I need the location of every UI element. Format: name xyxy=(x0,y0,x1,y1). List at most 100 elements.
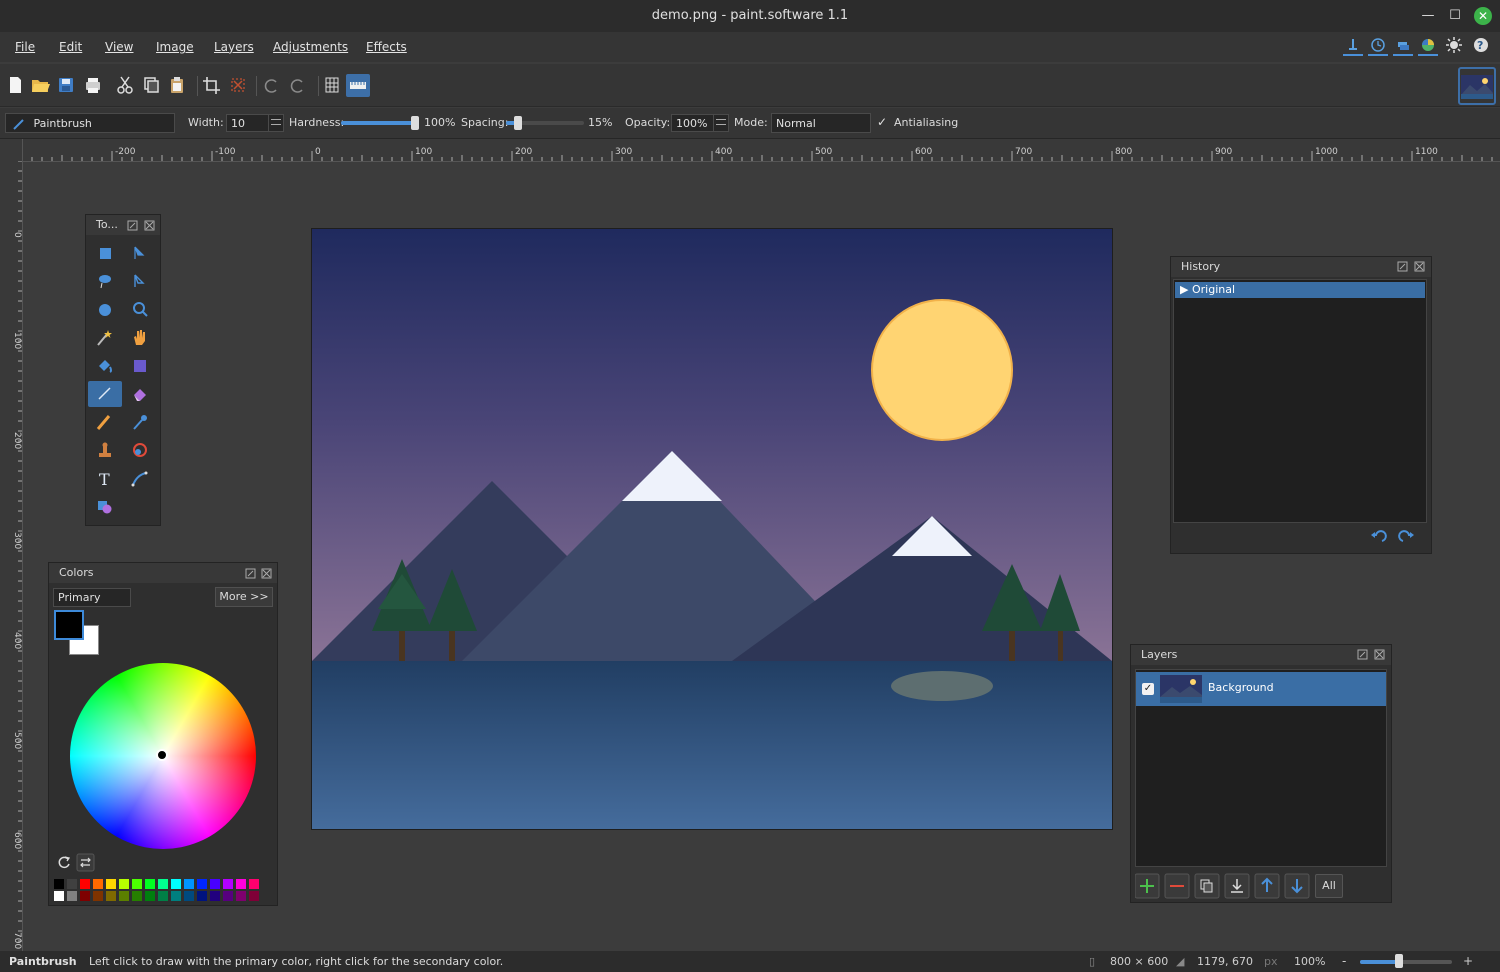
palette-swatch[interactable] xyxy=(132,879,142,889)
zoom-slider-handle[interactable] xyxy=(1394,954,1403,968)
palette-swatch[interactable] xyxy=(119,891,129,901)
tool-move-selected[interactable] xyxy=(123,269,157,295)
tool-eraser[interactable] xyxy=(123,381,157,407)
tool-paintbrush[interactable] xyxy=(88,381,122,407)
tool-gradient[interactable] xyxy=(123,353,157,379)
image-canvas[interactable] xyxy=(311,228,1113,830)
antialiasing-checkbox[interactable]: ✓ xyxy=(877,115,887,129)
palette-swatch[interactable] xyxy=(80,879,90,889)
maximize-icon[interactable]: ☐ xyxy=(1445,6,1465,26)
palette-swatch[interactable] xyxy=(67,891,77,901)
palette-swatch[interactable] xyxy=(158,879,168,889)
all-layers-label: All xyxy=(1322,879,1336,892)
tool-clone-stamp[interactable] xyxy=(88,437,122,463)
minimize-icon[interactable]: — xyxy=(1418,6,1438,26)
tool-pan[interactable] xyxy=(123,325,157,351)
palette-swatch[interactable] xyxy=(93,879,103,889)
palette-swatch[interactable] xyxy=(106,891,116,901)
palette-swatch[interactable] xyxy=(197,879,207,889)
all-layers-button[interactable]: All xyxy=(1315,874,1343,898)
palette-swatch[interactable] xyxy=(184,879,194,889)
menu-file[interactable]: File xyxy=(15,40,35,54)
ruler-label: 300 xyxy=(615,147,632,157)
palette-swatch[interactable] xyxy=(249,879,259,889)
menu-image[interactable]: Image xyxy=(156,40,194,54)
palette-swatch[interactable] xyxy=(223,891,233,901)
image-tab-thumbnail[interactable] xyxy=(1458,67,1496,105)
layer-row-background[interactable]: ✓ Background xyxy=(1136,672,1386,706)
tool-move-selection[interactable] xyxy=(123,241,157,267)
palette-swatch[interactable] xyxy=(106,879,116,889)
tool-magic-wand[interactable] xyxy=(88,325,122,351)
palette-swatch[interactable] xyxy=(184,891,194,901)
opacity-label: Opacity: xyxy=(625,116,671,129)
tool-paint-bucket[interactable] xyxy=(88,353,122,379)
tool-shapes[interactable] xyxy=(88,493,122,519)
palette-swatch[interactable] xyxy=(145,891,155,901)
ruler-label: 100 xyxy=(415,147,432,157)
menu-adjustments[interactable]: Adjustments xyxy=(273,40,348,54)
svg-text:T: T xyxy=(99,470,110,489)
palette-swatch[interactable] xyxy=(54,879,64,889)
palette-swatch[interactable] xyxy=(210,879,220,889)
status-unit[interactable]: px xyxy=(1264,955,1278,968)
tool-text[interactable]: T xyxy=(88,465,122,491)
redo-icon xyxy=(290,79,303,93)
palette-swatch[interactable] xyxy=(80,891,90,901)
status-zoom[interactable]: 100% xyxy=(1294,955,1325,968)
zoom-slider-fill xyxy=(1360,960,1399,964)
palette-swatch[interactable] xyxy=(236,891,246,901)
blend-mode-value: Normal xyxy=(776,117,816,130)
close-window-button[interactable]: ✕ xyxy=(1474,7,1492,25)
palette-swatch[interactable] xyxy=(171,879,181,889)
palette-swatch[interactable] xyxy=(197,891,207,901)
primary-color-swatch[interactable] xyxy=(54,610,84,640)
tool-ellipse-select[interactable] xyxy=(88,297,122,323)
zoom-slider-track[interactable] xyxy=(1360,960,1452,964)
move-selection-icon xyxy=(134,246,145,259)
layer-visibility-checkbox[interactable]: ✓ xyxy=(1142,683,1154,695)
menu-view[interactable]: View xyxy=(105,40,133,54)
menu-layers[interactable]: Layers xyxy=(214,40,254,54)
palette-swatch[interactable] xyxy=(236,879,246,889)
more-colors-button[interactable]: More >> xyxy=(215,587,273,607)
menu-effects[interactable]: Effects xyxy=(366,40,407,54)
palette-swatch[interactable] xyxy=(171,891,181,901)
tool-rectangle-select[interactable] xyxy=(88,241,122,267)
palette-swatch[interactable] xyxy=(158,891,168,901)
new-file-icon xyxy=(10,77,21,93)
blend-mode-dropdown[interactable]: Normal xyxy=(771,113,871,133)
tool-selector[interactable]: Paintbrush xyxy=(5,113,175,133)
palette-swatch[interactable] xyxy=(119,879,129,889)
tool-line-curve[interactable] xyxy=(123,465,157,491)
move-selected-icon xyxy=(134,274,145,287)
spacing-value: 15% xyxy=(588,116,613,129)
tool-recolor[interactable] xyxy=(123,437,157,463)
tool-lasso-select[interactable] xyxy=(88,269,122,295)
palette-swatch[interactable] xyxy=(210,891,220,901)
color-mode-dropdown[interactable]: Primary xyxy=(53,588,131,607)
tool-color-picker[interactable] xyxy=(123,409,157,435)
tool-zoom[interactable] xyxy=(123,297,157,323)
zoom-in-button[interactable]: + xyxy=(1463,954,1473,968)
hardness-slider-handle[interactable] xyxy=(411,116,419,130)
palette-swatch[interactable] xyxy=(145,879,155,889)
palette-swatch[interactable] xyxy=(223,879,233,889)
ruler-label: 700 xyxy=(12,932,22,949)
spacing-slider-handle[interactable] xyxy=(513,116,522,130)
palette-swatch[interactable] xyxy=(249,891,259,901)
grid-icon xyxy=(325,77,339,93)
color-wheel-picker-handle[interactable] xyxy=(156,749,168,761)
history-redo-icon xyxy=(1398,530,1414,542)
palette-swatch[interactable] xyxy=(93,891,103,901)
width-spin-buttons[interactable] xyxy=(268,115,283,131)
palette-swatch[interactable] xyxy=(132,891,142,901)
zoom-out-button[interactable]: - xyxy=(1342,954,1346,968)
history-item-original[interactable]: ▶ Original xyxy=(1175,282,1425,298)
menu-edit[interactable]: Edit xyxy=(59,40,82,54)
palette-swatch[interactable] xyxy=(67,879,77,889)
hardness-slider-track[interactable] xyxy=(341,121,415,125)
opacity-spin-buttons[interactable] xyxy=(713,115,728,131)
palette-swatch[interactable] xyxy=(54,891,64,901)
tool-pencil[interactable] xyxy=(88,409,122,435)
